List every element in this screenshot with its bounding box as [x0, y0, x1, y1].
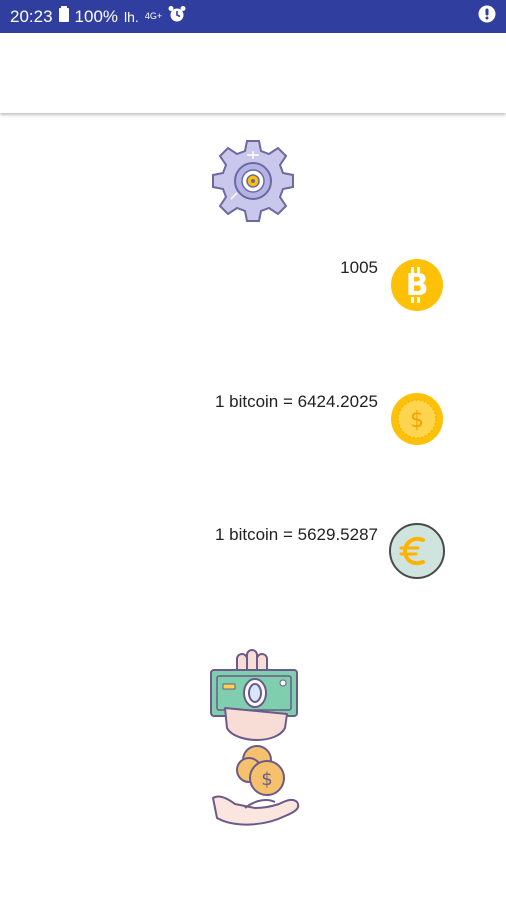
app-bar [0, 33, 506, 113]
usd-rate-text: 1 bitcoin = 6424.2025 [214, 392, 378, 411]
svg-text:$: $ [261, 769, 272, 790]
battery-icon [58, 6, 69, 27]
eur-rate-text: 1 bitcoin = 5629.5287 [214, 525, 378, 544]
bitcoin-balance-text: 1005 [340, 258, 378, 277]
signal-label: lh. [124, 8, 139, 25]
bitcoin-icon[interactable]: B [390, 258, 444, 312]
money-exchange-icon: $ [205, 648, 305, 832]
info-icon [478, 5, 496, 28]
battery-percent: 100% [74, 6, 119, 26]
status-left: 20:23 100% lh. 4G+ [10, 5, 186, 28]
dollar-coin-icon[interactable]: $ [390, 392, 444, 446]
network-label: 4G+ [144, 11, 163, 21]
gear-icon[interactable] [210, 138, 296, 224]
alarm-icon [168, 5, 186, 28]
status-bar: 20:23 100% lh. 4G+ [0, 0, 506, 33]
svg-text:$: $ [410, 408, 424, 433]
status-right [478, 5, 496, 28]
status-time: 20:23 [10, 6, 53, 26]
euro-coin-icon[interactable] [388, 522, 446, 580]
